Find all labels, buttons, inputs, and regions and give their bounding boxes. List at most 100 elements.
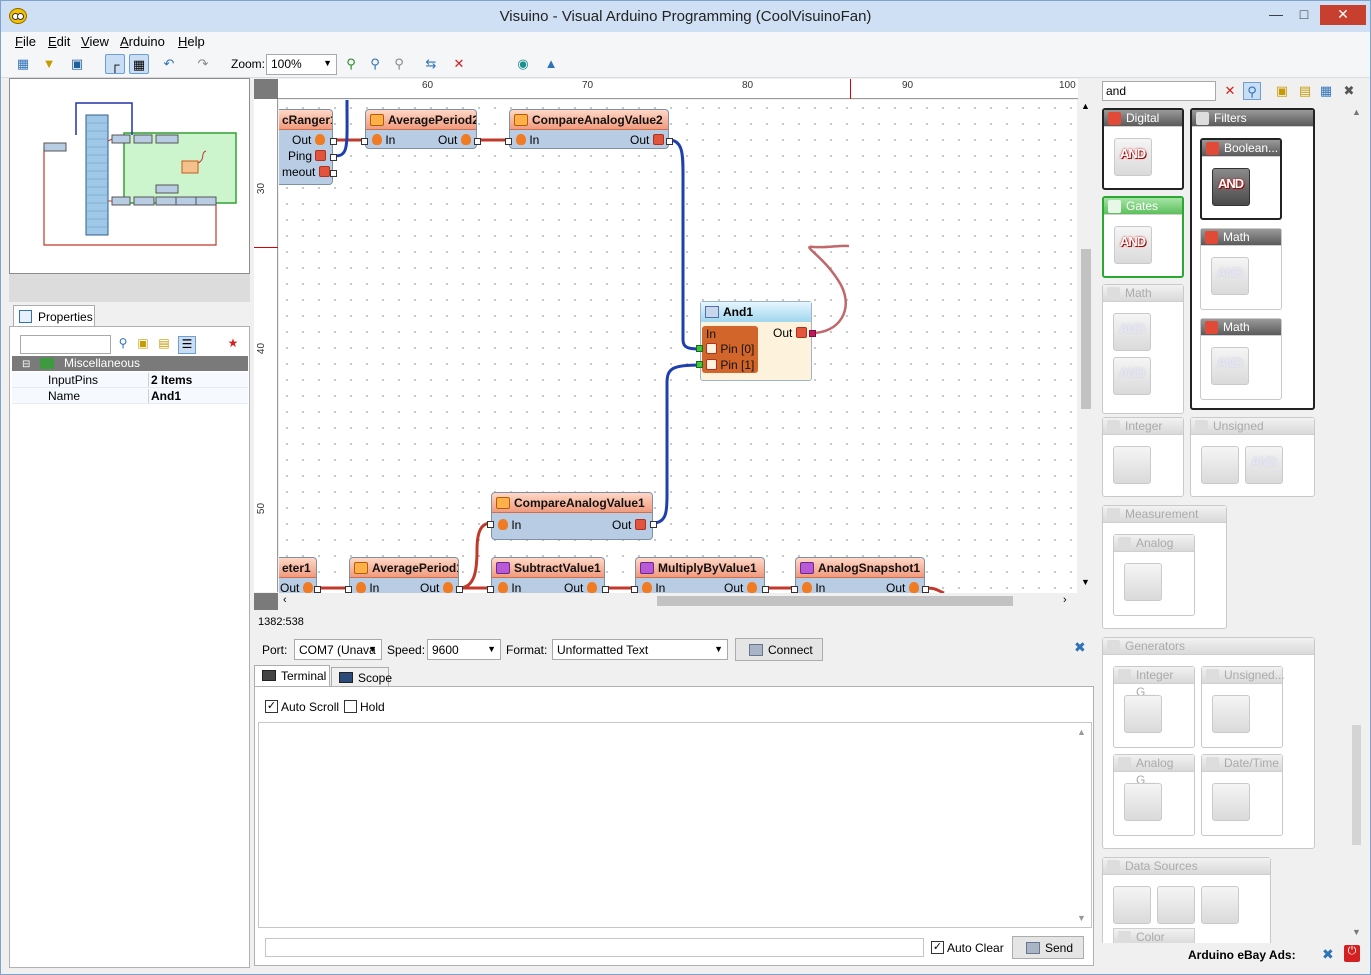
output-pin-connector[interactable] xyxy=(474,138,481,145)
output-pin-connector[interactable] xyxy=(650,521,657,528)
generator-component-tile[interactable] xyxy=(1212,695,1250,733)
menu-file[interactable]: File xyxy=(15,34,36,49)
collapse-icon[interactable]: ⊟ xyxy=(22,357,30,372)
output-pin-connector[interactable] xyxy=(330,154,337,161)
input-pin-connector[interactable] xyxy=(696,345,703,352)
group-analog-generators[interactable]: Analog G... xyxy=(1113,754,1195,836)
auto-scroll-checkbox[interactable]: ✓ Auto Scroll xyxy=(265,700,339,714)
palette-search-input[interactable]: and xyxy=(1102,81,1216,101)
zoom-fit-icon[interactable]: ⚲ xyxy=(365,54,385,74)
zoom-select[interactable]: 100% ▼ xyxy=(266,54,337,75)
open-project-icon[interactable]: ▼ xyxy=(39,54,59,74)
math-component-tile[interactable]: AND xyxy=(1113,313,1151,351)
group-filters[interactable]: Filters Boolean... AND Math AND Math AND xyxy=(1190,108,1315,410)
new-project-icon[interactable]: ▦ xyxy=(13,54,33,74)
terminal-output[interactable]: ▲ ▼ xyxy=(258,722,1092,928)
ads-settings-icon[interactable]: ✖ xyxy=(1322,946,1334,963)
group-digital[interactable]: Digital AND xyxy=(1102,108,1184,190)
expand-all-icon[interactable]: ▣ xyxy=(134,336,152,354)
tab-scope[interactable]: Scope xyxy=(331,667,392,686)
node-analog-snapshot1[interactable]: AnalogSnapshot1 In Out xyxy=(791,557,929,593)
menu-edit[interactable]: Edit xyxy=(48,34,70,49)
group-analog[interactable]: Analog xyxy=(1113,534,1195,616)
group-data-sources[interactable]: Data Sources Color xyxy=(1102,857,1271,943)
node-meter[interactable]: eter1 Out xyxy=(279,557,321,593)
group-integer-generators[interactable]: Integer G... xyxy=(1113,666,1195,748)
output-pin-connector[interactable] xyxy=(666,138,673,145)
scroll-down-icon[interactable]: ▼ xyxy=(1077,913,1086,923)
palette-view-icon[interactable]: ▦ xyxy=(1317,82,1335,100)
property-row-name[interactable]: Name And1 xyxy=(12,388,248,404)
send-button[interactable]: Send xyxy=(1012,936,1084,959)
node-average-period1[interactable]: AveragePeriod1 In Out xyxy=(345,557,463,593)
minimize-button[interactable]: — xyxy=(1263,5,1289,25)
tab-terminal[interactable]: Terminal xyxy=(254,665,330,686)
analog-component-tile[interactable] xyxy=(1124,563,1162,601)
group-generators[interactable]: Generators Integer G... Unsigned... Anal… xyxy=(1102,637,1315,849)
unsigned-component-tile[interactable] xyxy=(1201,446,1239,484)
group-header[interactable]: Color xyxy=(1113,928,1195,943)
group-measurement[interactable]: Measurement Analog xyxy=(1102,505,1227,629)
output-pin-connector[interactable] xyxy=(602,586,609,593)
scroll-left-icon[interactable]: ‹ xyxy=(283,594,287,606)
snap-to-grid-icon[interactable]: ┌ xyxy=(105,54,125,74)
and-component-tile[interactable]: AND xyxy=(1114,138,1152,176)
property-category[interactable]: ⊟ Miscellaneous xyxy=(12,356,248,371)
source-component-tile[interactable] xyxy=(1113,886,1151,924)
node-average-period2[interactable]: AveragePeriod2 In Out xyxy=(361,109,481,149)
redo-icon[interactable]: ↷ xyxy=(193,54,213,74)
zoom-in-icon[interactable]: ⚲ xyxy=(341,54,361,74)
compile-icon[interactable]: ◉ xyxy=(513,54,533,74)
generator-component-tile[interactable] xyxy=(1124,783,1162,821)
connect-button[interactable]: Connect xyxy=(735,638,823,661)
input-pin-connector[interactable] xyxy=(696,361,703,368)
palette-settings-icon[interactable]: ✖ xyxy=(1340,82,1358,100)
menu-help[interactable]: Help xyxy=(178,34,205,49)
input-pin-connector[interactable] xyxy=(631,586,638,593)
node-multiply-by-value1[interactable]: MultiplyByValue1 In Out xyxy=(631,557,769,593)
and-component-tile[interactable]: AND xyxy=(1245,446,1283,484)
canvas-vertical-scrollbar[interactable]: ▲ ▼ xyxy=(1078,99,1094,592)
group-math[interactable]: Math AND AND xyxy=(1102,284,1184,414)
search-options-icon[interactable]: ⚲ xyxy=(1243,82,1261,100)
and-component-tile[interactable]: AND xyxy=(1113,357,1151,395)
output-pin-connector[interactable] xyxy=(922,586,929,593)
group-integer[interactable]: Integer xyxy=(1102,417,1184,497)
input-pin-connector[interactable] xyxy=(487,521,494,528)
scroll-thumb[interactable] xyxy=(1081,249,1091,409)
input-pin-connector[interactable] xyxy=(505,138,512,145)
and-component-tile[interactable]: AND xyxy=(1211,347,1249,385)
zoom-out-icon[interactable]: ⚲ xyxy=(389,54,409,74)
filter-icon[interactable]: ⚲ xyxy=(114,336,132,354)
menu-view[interactable]: View xyxy=(81,34,109,49)
scroll-up-icon[interactable]: ▲ xyxy=(1077,727,1086,737)
scroll-down-icon[interactable]: ▼ xyxy=(1352,927,1361,937)
input-pin-connector[interactable] xyxy=(791,586,798,593)
input-pin-connector[interactable] xyxy=(361,138,368,145)
input-pin-connector[interactable] xyxy=(345,586,352,593)
generator-component-tile[interactable] xyxy=(1212,783,1250,821)
math-component-tile[interactable]: AND xyxy=(1211,257,1249,295)
output-pin-connector[interactable] xyxy=(809,330,816,337)
group-unsigned-generators[interactable]: Unsigned... xyxy=(1201,666,1285,748)
property-search-input[interactable] xyxy=(20,335,111,354)
scroll-down-icon[interactable]: ▼ xyxy=(1081,577,1090,587)
collapse-all-icon[interactable]: ▤ xyxy=(155,336,173,354)
group-datetime-generators[interactable]: Date/Time xyxy=(1201,754,1283,836)
output-pin-connector[interactable] xyxy=(330,170,337,177)
diagram-overview[interactable] xyxy=(9,78,250,274)
clear-search-icon[interactable]: ✕ xyxy=(1221,82,1239,100)
show-grid-icon[interactable]: ▦ xyxy=(129,54,149,74)
and-component-tile[interactable]: AND xyxy=(1212,168,1250,206)
integer-component-tile[interactable] xyxy=(1113,446,1151,484)
palette-collapse-icon[interactable]: ▤ xyxy=(1296,82,1314,100)
tab-properties[interactable]: Properties xyxy=(13,305,95,327)
canvas-horizontal-scrollbar[interactable]: ‹ › xyxy=(279,593,1078,609)
maximize-button[interactable]: □ xyxy=(1291,5,1317,25)
scroll-up-icon[interactable]: ▲ xyxy=(1352,107,1361,117)
node-compare-analog-value2[interactable]: CompareAnalogValue2 In Out xyxy=(505,109,673,149)
scroll-thumb[interactable] xyxy=(657,596,1013,606)
scroll-right-icon[interactable]: › xyxy=(1063,594,1067,606)
send-text-input[interactable] xyxy=(265,938,924,957)
node-compare-analog-value1[interactable]: CompareAnalogValue1 In Out xyxy=(487,492,657,540)
